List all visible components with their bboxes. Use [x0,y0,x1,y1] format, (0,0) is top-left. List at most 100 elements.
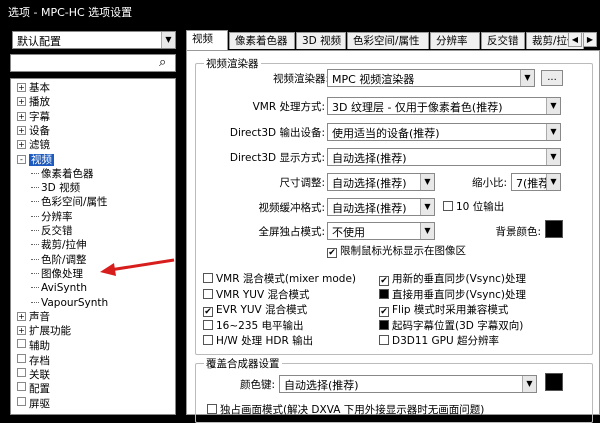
expand-icon[interactable] [17,353,26,363]
tree-item[interactable]: VapourSynth [31,297,108,310]
tree-item[interactable]: 色彩空间/属性 [31,196,108,209]
colorkey-swatch[interactable] [545,373,563,391]
checkbox-box[interactable] [379,319,389,330]
tree-item[interactable]: 反交错 [31,225,73,238]
checks-left-checkbox[interactable]: VMR YUV 混合模式 [203,288,310,302]
tab-1[interactable]: 像素着色器 [229,32,295,49]
settings-search-input[interactable]: ⌕ [10,54,176,72]
tree-item[interactable]: 图像处理 [31,268,83,281]
checks-left-checkbox[interactable]: VMR 混合模式(mixer mode) [203,273,356,286]
resize-select[interactable]: 自动选择(推荐) ▼ [327,173,435,191]
chevron-down-icon[interactable]: ▼ [520,70,534,86]
checks-left-checkbox[interactable]: 16~235 电平输出 [203,319,304,333]
tenbit-output-checkbox[interactable]: 10 位输出 [443,201,504,214]
checkbox-box[interactable] [203,273,213,283]
tree-item[interactable]: + 扩展功能 [17,325,71,338]
checks-left-checkbox[interactable]: H/W 处理 HDR 输出 [203,335,313,348]
tree-item[interactable]: 关联 [17,368,50,381]
tree-item[interactable]: 存档 [17,353,50,367]
tree-item[interactable]: 像素着色器 [31,168,94,181]
renderer-settings-button[interactable]: ... [541,70,563,86]
expand-icon[interactable] [17,368,26,377]
tree-item[interactable]: + 设备 [17,125,50,138]
tree-item[interactable]: 裁剪/拉伸 [31,239,87,252]
tree-item[interactable]: 3D 视频 [31,182,80,195]
checkbox-box[interactable] [207,404,217,414]
tab-2[interactable]: 3D 视频 [296,32,346,49]
overlay-group-title: 覆盖合成器设置 [204,356,282,371]
vmr-select[interactable]: 3D 纹理层 - 仅用于像素着色(推荐) ▼ [327,97,561,115]
tab-4[interactable]: 分辨率 [430,32,480,49]
checks-right-checkbox[interactable]: Flip 模式时采用兼容模式 [379,304,508,317]
checks-right-checkbox[interactable]: 用新的垂直同步(Vsync)处理 [379,273,526,286]
expand-icon[interactable]: + [17,97,26,107]
collapse-icon[interactable]: - [17,154,26,164]
chevron-down-icon[interactable]: ▼ [420,199,434,215]
chevron-down-icon[interactable]: ▼ [420,223,434,239]
buffer-select[interactable]: 自动选择(推荐) ▼ [327,198,435,216]
chevron-down-icon[interactable]: ▼ [546,124,560,140]
tab-scroll-right-icon[interactable]: ▶ [583,32,597,47]
checkbox-box[interactable] [379,307,389,317]
tree-item[interactable]: AviSynth [31,282,87,295]
tree-item[interactable]: + 播放 [17,96,50,109]
checkbox-box[interactable] [327,248,337,258]
chevron-down-icon[interactable]: ▼ [420,174,434,190]
chevron-down-icon[interactable]: ▼ [522,376,536,392]
checkbox-box[interactable] [203,319,213,330]
chevron-down-icon[interactable]: ▼ [546,98,560,114]
chevron-down-icon[interactable]: ▼ [546,174,560,190]
tree-item[interactable]: 配置 [17,382,50,395]
chevron-down-icon[interactable]: ▼ [161,32,175,48]
checks-right-checkbox[interactable]: D3D11 GPU 超分辨率 [379,335,499,348]
chevron-down-icon[interactable]: ▼ [546,149,560,165]
profile-select[interactable]: 默认配置 ▼ [12,31,176,49]
expand-icon[interactable]: + [17,125,26,135]
checkbox-label: 直接用垂直同步(Vsync)处理 [392,288,526,301]
cursor-limit-checkbox[interactable]: 限制鼠标光标显示在图像区 [327,245,466,258]
checks-right-checkbox[interactable]: 起码字幕位置(3D 字幕双向) [379,319,523,333]
exclusive-mode-checkbox[interactable]: 独占画面模式(解决 DXVA 下用外接显示器时无画面问题) [207,404,484,417]
expand-icon[interactable] [17,396,26,406]
search-icon[interactable]: ⌕ [159,55,173,71]
colorkey-select[interactable]: 自动选择(推荐) ▼ [279,375,537,393]
tree-item[interactable]: + 字幕 [17,111,50,124]
tree-item[interactable]: 分辨率 [31,211,73,224]
d3d-mode-select[interactable]: 自动选择(推荐) ▼ [327,148,561,166]
bgcolor-swatch[interactable] [545,220,563,238]
tree-item[interactable]: 屏驱 [17,396,50,410]
expand-icon[interactable]: + [17,111,26,121]
expand-icon[interactable] [17,339,26,349]
d3d-output-select[interactable]: 使用适当的设备(推荐) ▼ [327,123,561,141]
expand-icon[interactable]: + [17,311,26,321]
tree-item[interactable]: + 基本 [17,82,50,95]
tree-item[interactable]: + 声音 [17,311,50,324]
checkbox-box[interactable] [379,288,389,299]
renderer-select[interactable]: MPC 视频渲染器 ▼ [327,69,535,87]
tree-item[interactable]: + 滤镜 [17,139,50,152]
checkbox-box[interactable] [379,276,389,286]
fullscreen-select[interactable]: 不使用 ▼ [327,222,435,240]
checks-right-checkbox[interactable]: 直接用垂直同步(Vsync)处理 [379,288,526,302]
checkbox-box[interactable] [379,335,389,345]
tree-item[interactable]: - 视频 [17,153,54,167]
expand-icon[interactable] [17,382,26,392]
expand-icon[interactable]: + [17,326,26,336]
tab-5[interactable]: 反交错 [481,32,525,49]
checkbox-label: VMR 混合模式(mixer mode) [216,273,356,285]
tree-item[interactable]: 辅助 [17,339,50,352]
d3d-output-label: Direct3D 输出设备: [229,127,325,139]
checkbox-box[interactable] [203,288,213,299]
expand-icon[interactable]: + [17,140,26,150]
checkbox-box[interactable] [203,335,213,345]
checks-left-checkbox[interactable]: EVR YUV 混合模式 [203,304,307,317]
expand-icon[interactable]: + [17,83,26,92]
tree-item[interactable]: 色阶/调整 [31,254,87,267]
tab-scroll-left-icon[interactable]: ◀ [568,32,582,47]
tab-3[interactable]: 色彩空间/属性 [347,32,429,49]
checkbox-box[interactable] [443,201,453,211]
scale-select[interactable]: 7(推荐) ▼ [511,173,561,191]
checkbox-box[interactable] [203,307,213,317]
tab-0[interactable]: 视频 [186,30,228,50]
renderer-label: 视频渲染器: [272,73,329,85]
